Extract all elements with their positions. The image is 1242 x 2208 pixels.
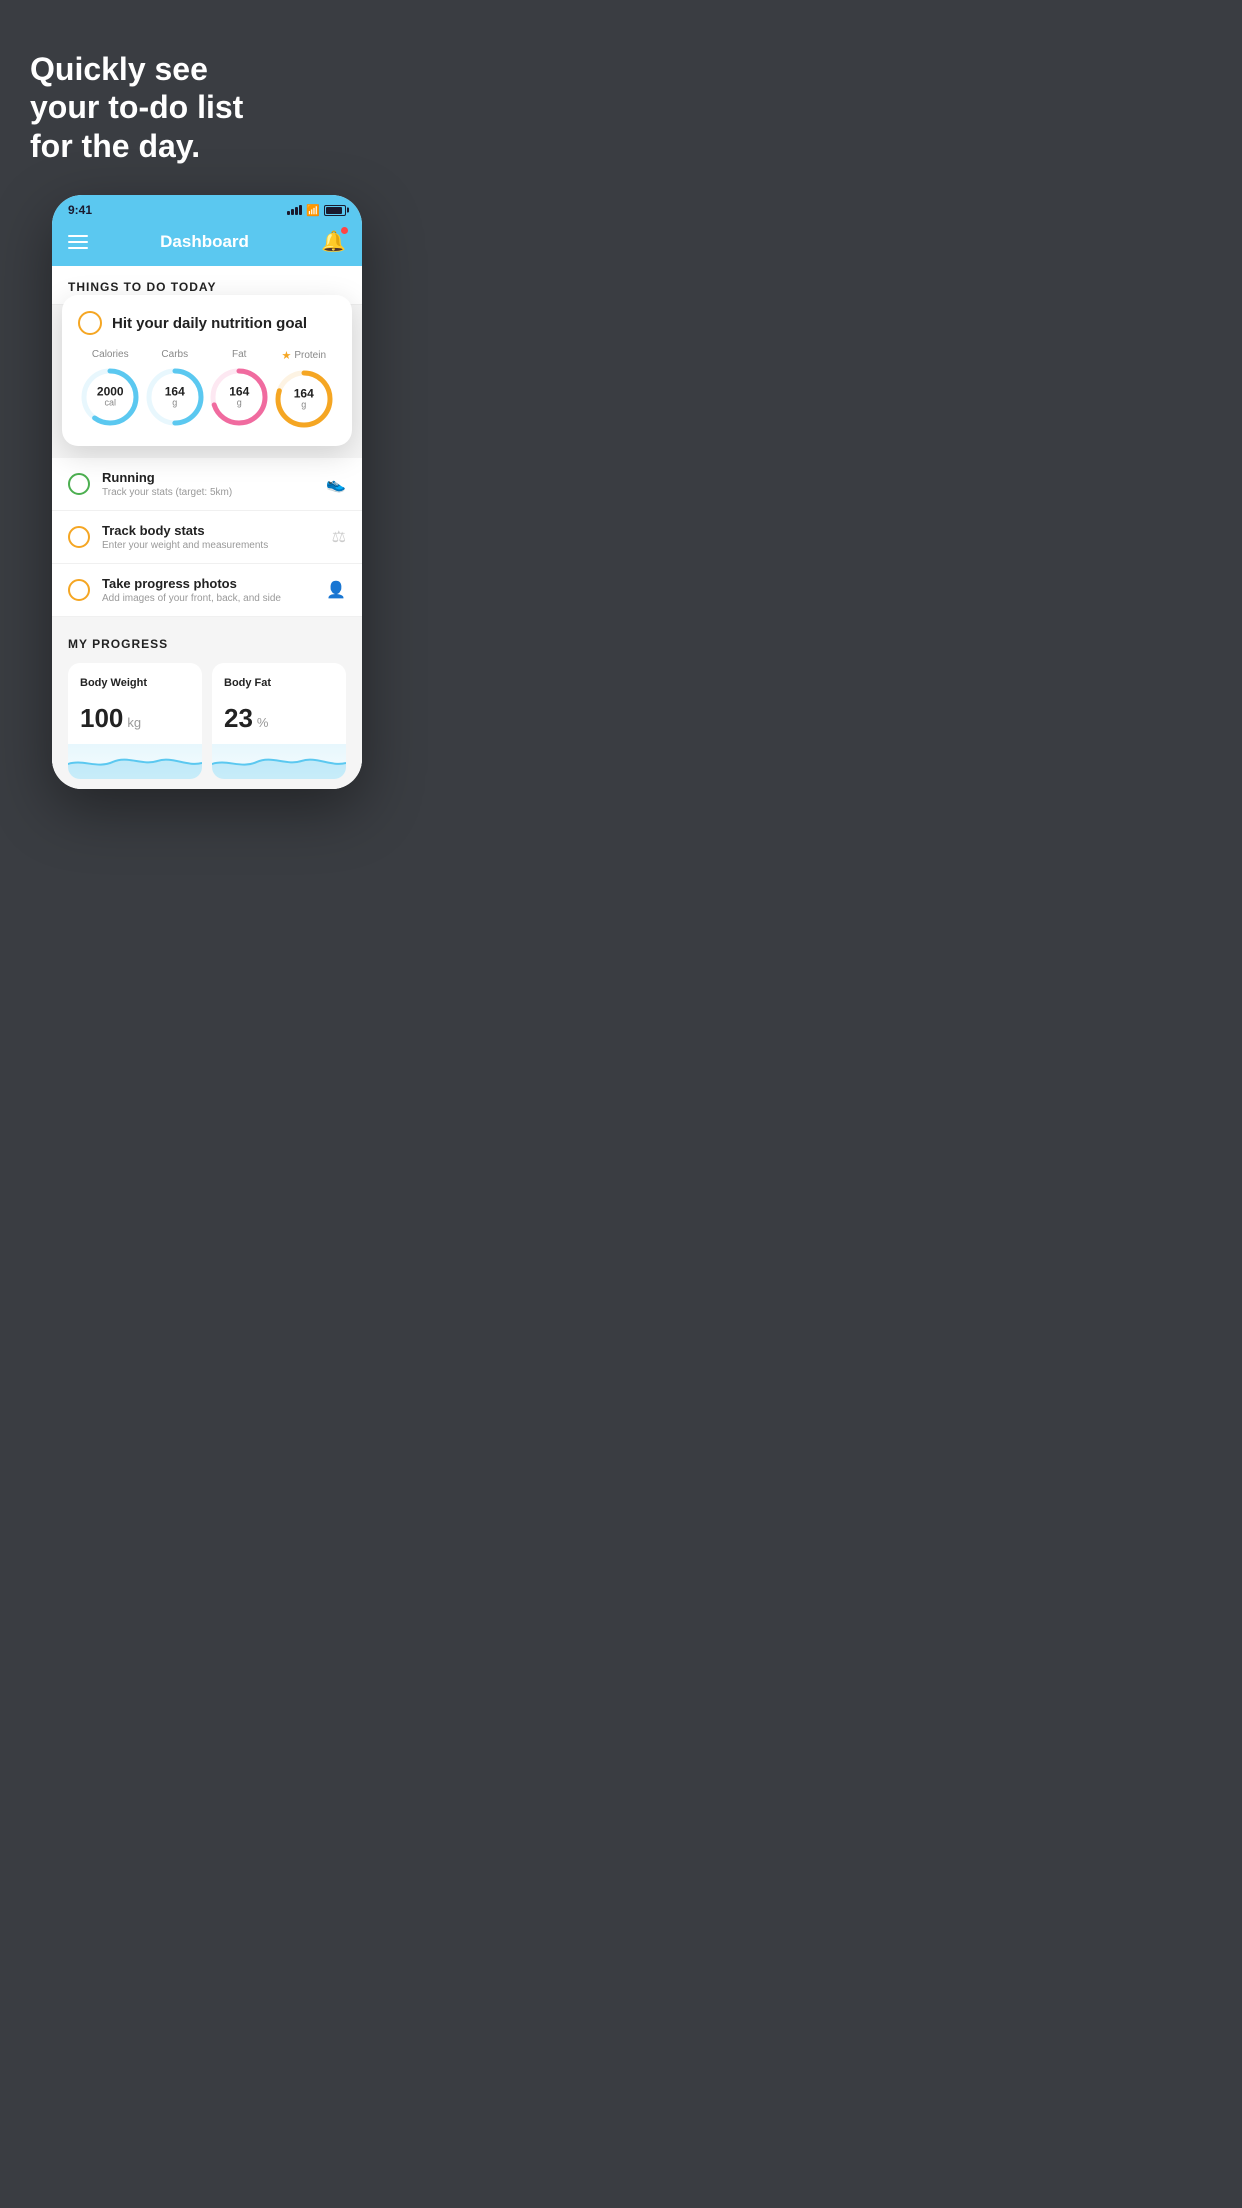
card-title-row: Hit your daily nutrition goal bbox=[78, 311, 336, 335]
nutrition-label: Carbs bbox=[161, 349, 188, 360]
todo-subtitle: Track your stats (target: 5km) bbox=[102, 487, 314, 498]
todo-title: Running bbox=[102, 470, 314, 485]
progress-section: MY PROGRESS Body Weight 100 kg Body Fat … bbox=[52, 617, 362, 789]
todo-circle bbox=[68, 579, 90, 601]
todo-circle bbox=[68, 526, 90, 548]
person-icon: 👤 bbox=[326, 580, 346, 600]
todo-title: Track body stats bbox=[102, 523, 320, 538]
progress-card-title: Body Weight bbox=[80, 677, 190, 689]
circle-unit: cal bbox=[97, 399, 124, 409]
nutrition-card: Hit your daily nutrition goal Calories 2… bbox=[62, 295, 352, 446]
todo-text: Running Track your stats (target: 5km) bbox=[102, 470, 314, 498]
nutrition-label: ★ Protein bbox=[281, 349, 326, 362]
signal-icon bbox=[287, 205, 302, 215]
nutrition-item: Carbs 164 g bbox=[144, 349, 206, 428]
scale-icon: ⚖ bbox=[332, 527, 346, 547]
todo-text: Take progress photos Add images of your … bbox=[102, 576, 314, 604]
todo-item[interactable]: Track body stats Enter your weight and m… bbox=[52, 511, 362, 564]
todo-title: Take progress photos bbox=[102, 576, 314, 591]
circle-ring: 164 g bbox=[273, 368, 335, 430]
progress-card[interactable]: Body Fat 23 % bbox=[212, 663, 346, 779]
hero-line1: Quickly see bbox=[30, 51, 208, 87]
shoe-icon: 👟 bbox=[326, 474, 346, 494]
todo-subtitle: Enter your weight and measurements bbox=[102, 540, 320, 551]
circle-unit: g bbox=[165, 399, 185, 409]
mini-chart bbox=[68, 744, 202, 779]
notification-button[interactable]: 🔔 bbox=[321, 229, 346, 254]
todo-item[interactable]: Take progress photos Add images of your … bbox=[52, 564, 362, 617]
circle-center: 2000 cal bbox=[97, 386, 124, 409]
notification-dot bbox=[341, 227, 348, 234]
progress-card-title: Body Fat bbox=[224, 677, 334, 689]
todo-subtitle: Add images of your front, back, and side bbox=[102, 593, 314, 604]
progress-card[interactable]: Body Weight 100 kg bbox=[68, 663, 202, 779]
star-icon: ★ bbox=[281, 349, 291, 362]
battery-icon bbox=[324, 205, 346, 216]
progress-value: 23 bbox=[224, 703, 253, 734]
wifi-icon: 📶 bbox=[306, 204, 320, 217]
status-bar: 9:41 📶 bbox=[52, 195, 362, 221]
nutrition-item: Calories 2000 cal bbox=[79, 349, 141, 428]
progress-title: MY PROGRESS bbox=[68, 637, 346, 651]
circle-center: 164 g bbox=[294, 388, 314, 411]
circle-unit: g bbox=[294, 401, 314, 411]
outer-wrapper: Quickly see your to-do list for the day.… bbox=[0, 0, 414, 789]
progress-cards: Body Weight 100 kg Body Fat 23 % bbox=[68, 663, 346, 779]
hero-line2: your to-do list bbox=[30, 89, 243, 125]
progress-unit: % bbox=[257, 715, 269, 730]
circle-ring: 164 g bbox=[208, 366, 270, 428]
progress-value: 100 bbox=[80, 703, 123, 734]
nutrition-row: Calories 2000 cal Carbs 164 g bbox=[78, 349, 336, 430]
todo-list: Running Track your stats (target: 5km) 👟… bbox=[52, 458, 362, 617]
nutrition-card-title: Hit your daily nutrition goal bbox=[112, 315, 307, 332]
todo-circle bbox=[68, 473, 90, 495]
hero-text: Quickly see your to-do list for the day. bbox=[0, 0, 414, 195]
circle-center: 164 g bbox=[229, 386, 249, 409]
nutrition-label: Fat bbox=[232, 349, 246, 360]
nutrition-item: Fat 164 g bbox=[208, 349, 270, 428]
progress-value-row: 100 kg bbox=[80, 703, 190, 734]
circle-unit: g bbox=[229, 399, 249, 409]
nav-title: Dashboard bbox=[160, 232, 249, 252]
mini-chart bbox=[212, 744, 346, 779]
progress-value-row: 23 % bbox=[224, 703, 334, 734]
hamburger-button[interactable] bbox=[68, 235, 88, 249]
todo-item[interactable]: Running Track your stats (target: 5km) 👟 bbox=[52, 458, 362, 511]
nutrition-check[interactable] bbox=[78, 311, 102, 335]
circle-ring: 2000 cal bbox=[79, 366, 141, 428]
phone-content: THINGS TO DO TODAY Hit your daily nutrit… bbox=[52, 266, 362, 789]
circle-ring: 164 g bbox=[144, 366, 206, 428]
nutrition-item: ★ Protein 164 g bbox=[273, 349, 335, 430]
hero-line3: for the day. bbox=[30, 128, 200, 164]
nutrition-label: Calories bbox=[92, 349, 129, 360]
progress-unit: kg bbox=[127, 715, 141, 730]
status-icons: 📶 bbox=[287, 204, 346, 217]
todo-text: Track body stats Enter your weight and m… bbox=[102, 523, 320, 551]
circle-center: 164 g bbox=[165, 386, 185, 409]
nav-bar: Dashboard 🔔 bbox=[52, 221, 362, 266]
phone-frame: 9:41 📶 Dashboard 🔔 bbox=[52, 195, 362, 789]
status-time: 9:41 bbox=[68, 203, 92, 217]
